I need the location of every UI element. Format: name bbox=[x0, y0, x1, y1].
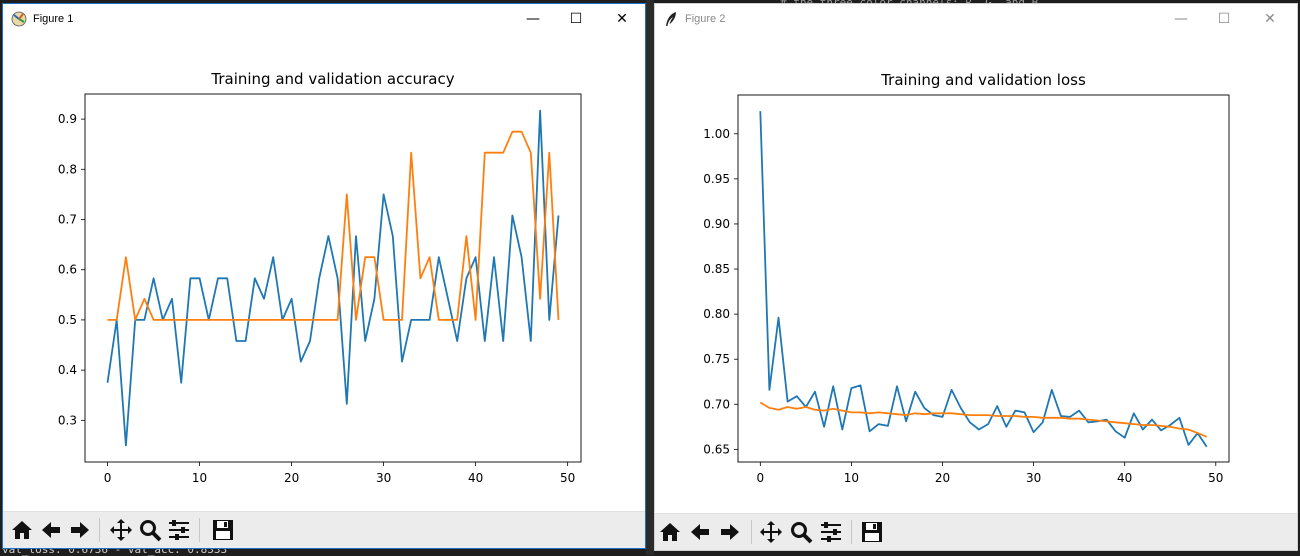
chart-title: Training and validation accuracy bbox=[210, 70, 454, 88]
home-icon[interactable] bbox=[9, 517, 35, 543]
matplotlib-app-icon bbox=[11, 11, 27, 27]
back-arrow-icon[interactable] bbox=[38, 517, 64, 543]
save-floppy-icon[interactable] bbox=[210, 517, 236, 543]
y-tick-label: 0.95 bbox=[703, 172, 730, 186]
close-button[interactable]: ✕ bbox=[1247, 4, 1293, 34]
configure-subplots-icon[interactable] bbox=[166, 517, 192, 543]
titlebar[interactable]: Figure 1 — ☐ ✕ bbox=[3, 4, 645, 34]
loss-chart[interactable]: Training and validation loss 0.65 0.70 0.75… bbox=[655, 34, 1297, 514]
feather-app-icon bbox=[663, 11, 679, 27]
save-floppy-icon[interactable] bbox=[859, 519, 885, 545]
x-tick-label: 50 bbox=[560, 471, 575, 485]
minimize-button[interactable]: — bbox=[1158, 4, 1204, 34]
x-tick-label: 10 bbox=[192, 471, 207, 485]
zoom-magnifier-icon[interactable] bbox=[137, 517, 163, 543]
home-icon[interactable] bbox=[657, 519, 683, 545]
x-tick-label: 40 bbox=[1117, 471, 1132, 485]
titlebar[interactable]: Figure 2 — ☐ ✕ bbox=[655, 4, 1297, 34]
y-tick-label: 1.00 bbox=[703, 127, 730, 141]
back-arrow-icon[interactable] bbox=[687, 519, 713, 545]
zoom-magnifier-icon[interactable] bbox=[788, 519, 814, 545]
y-tick-label: 0.3 bbox=[58, 413, 77, 427]
series-line-0 bbox=[106, 109, 560, 447]
series-line-1 bbox=[759, 401, 1208, 438]
maximize-button[interactable]: ☐ bbox=[553, 4, 599, 34]
y-tick-label: 0.6 bbox=[58, 263, 77, 277]
y-tick-label: 0.9 bbox=[58, 112, 77, 126]
pan-move-icon[interactable] bbox=[108, 517, 134, 543]
x-tick-label: 10 bbox=[844, 471, 859, 485]
x-tick-label: 0 bbox=[756, 471, 764, 485]
figure-2-window[interactable]: Figure 2 — ☐ ✕ Training and validation l… bbox=[654, 3, 1298, 551]
window-title: Figure 1 bbox=[33, 13, 74, 25]
y-tick-label: 0.85 bbox=[703, 262, 730, 276]
toolbar-separator bbox=[751, 520, 752, 544]
x-tick-label: 0 bbox=[104, 471, 112, 485]
accuracy-chart[interactable]: Training and validation accuracy 0.3 0.4 0.… bbox=[3, 34, 643, 512]
toolbar-separator bbox=[851, 520, 852, 544]
toolbar-separator bbox=[99, 518, 100, 542]
y-tick-label: 0.4 bbox=[58, 363, 77, 377]
x-tick-label: 20 bbox=[284, 471, 299, 485]
y-tick-label: 0.90 bbox=[703, 217, 730, 231]
chart-title: Training and validation loss bbox=[880, 71, 1086, 89]
maximize-button[interactable]: ☐ bbox=[1201, 4, 1247, 34]
configure-subplots-icon[interactable] bbox=[818, 519, 844, 545]
y-tick-label: 0.75 bbox=[703, 352, 730, 366]
toolbar-separator bbox=[199, 518, 200, 542]
navigation-toolbar bbox=[655, 513, 1297, 550]
x-tick-label: 40 bbox=[468, 471, 483, 485]
minimize-button[interactable]: — bbox=[510, 4, 556, 34]
window-gap-divider bbox=[646, 0, 654, 555]
navigation-toolbar bbox=[3, 511, 645, 548]
x-tick-label: 20 bbox=[935, 471, 950, 485]
series-line-0 bbox=[759, 111, 1208, 448]
window-title: Figure 2 bbox=[685, 13, 726, 25]
close-button[interactable]: ✕ bbox=[599, 4, 645, 34]
y-tick-label: 0.70 bbox=[703, 397, 730, 411]
y-tick-label: 0.80 bbox=[703, 307, 730, 321]
y-tick-label: 0.65 bbox=[703, 442, 730, 456]
y-tick-label: 0.8 bbox=[58, 162, 77, 176]
x-tick-label: 50 bbox=[1208, 471, 1223, 485]
plot-frame bbox=[84, 93, 582, 463]
forward-arrow-icon[interactable] bbox=[67, 517, 93, 543]
forward-arrow-icon[interactable] bbox=[717, 519, 743, 545]
y-tick-label: 0.5 bbox=[58, 313, 77, 327]
y-tick-label: 0.7 bbox=[58, 213, 77, 227]
x-tick-label: 30 bbox=[1026, 471, 1041, 485]
x-tick-label: 30 bbox=[376, 471, 391, 485]
plot-frame bbox=[737, 94, 1230, 463]
pan-move-icon[interactable] bbox=[758, 519, 784, 545]
figure-1-window[interactable]: Figure 1 — ☐ ✕ Training and validation a… bbox=[2, 3, 646, 549]
